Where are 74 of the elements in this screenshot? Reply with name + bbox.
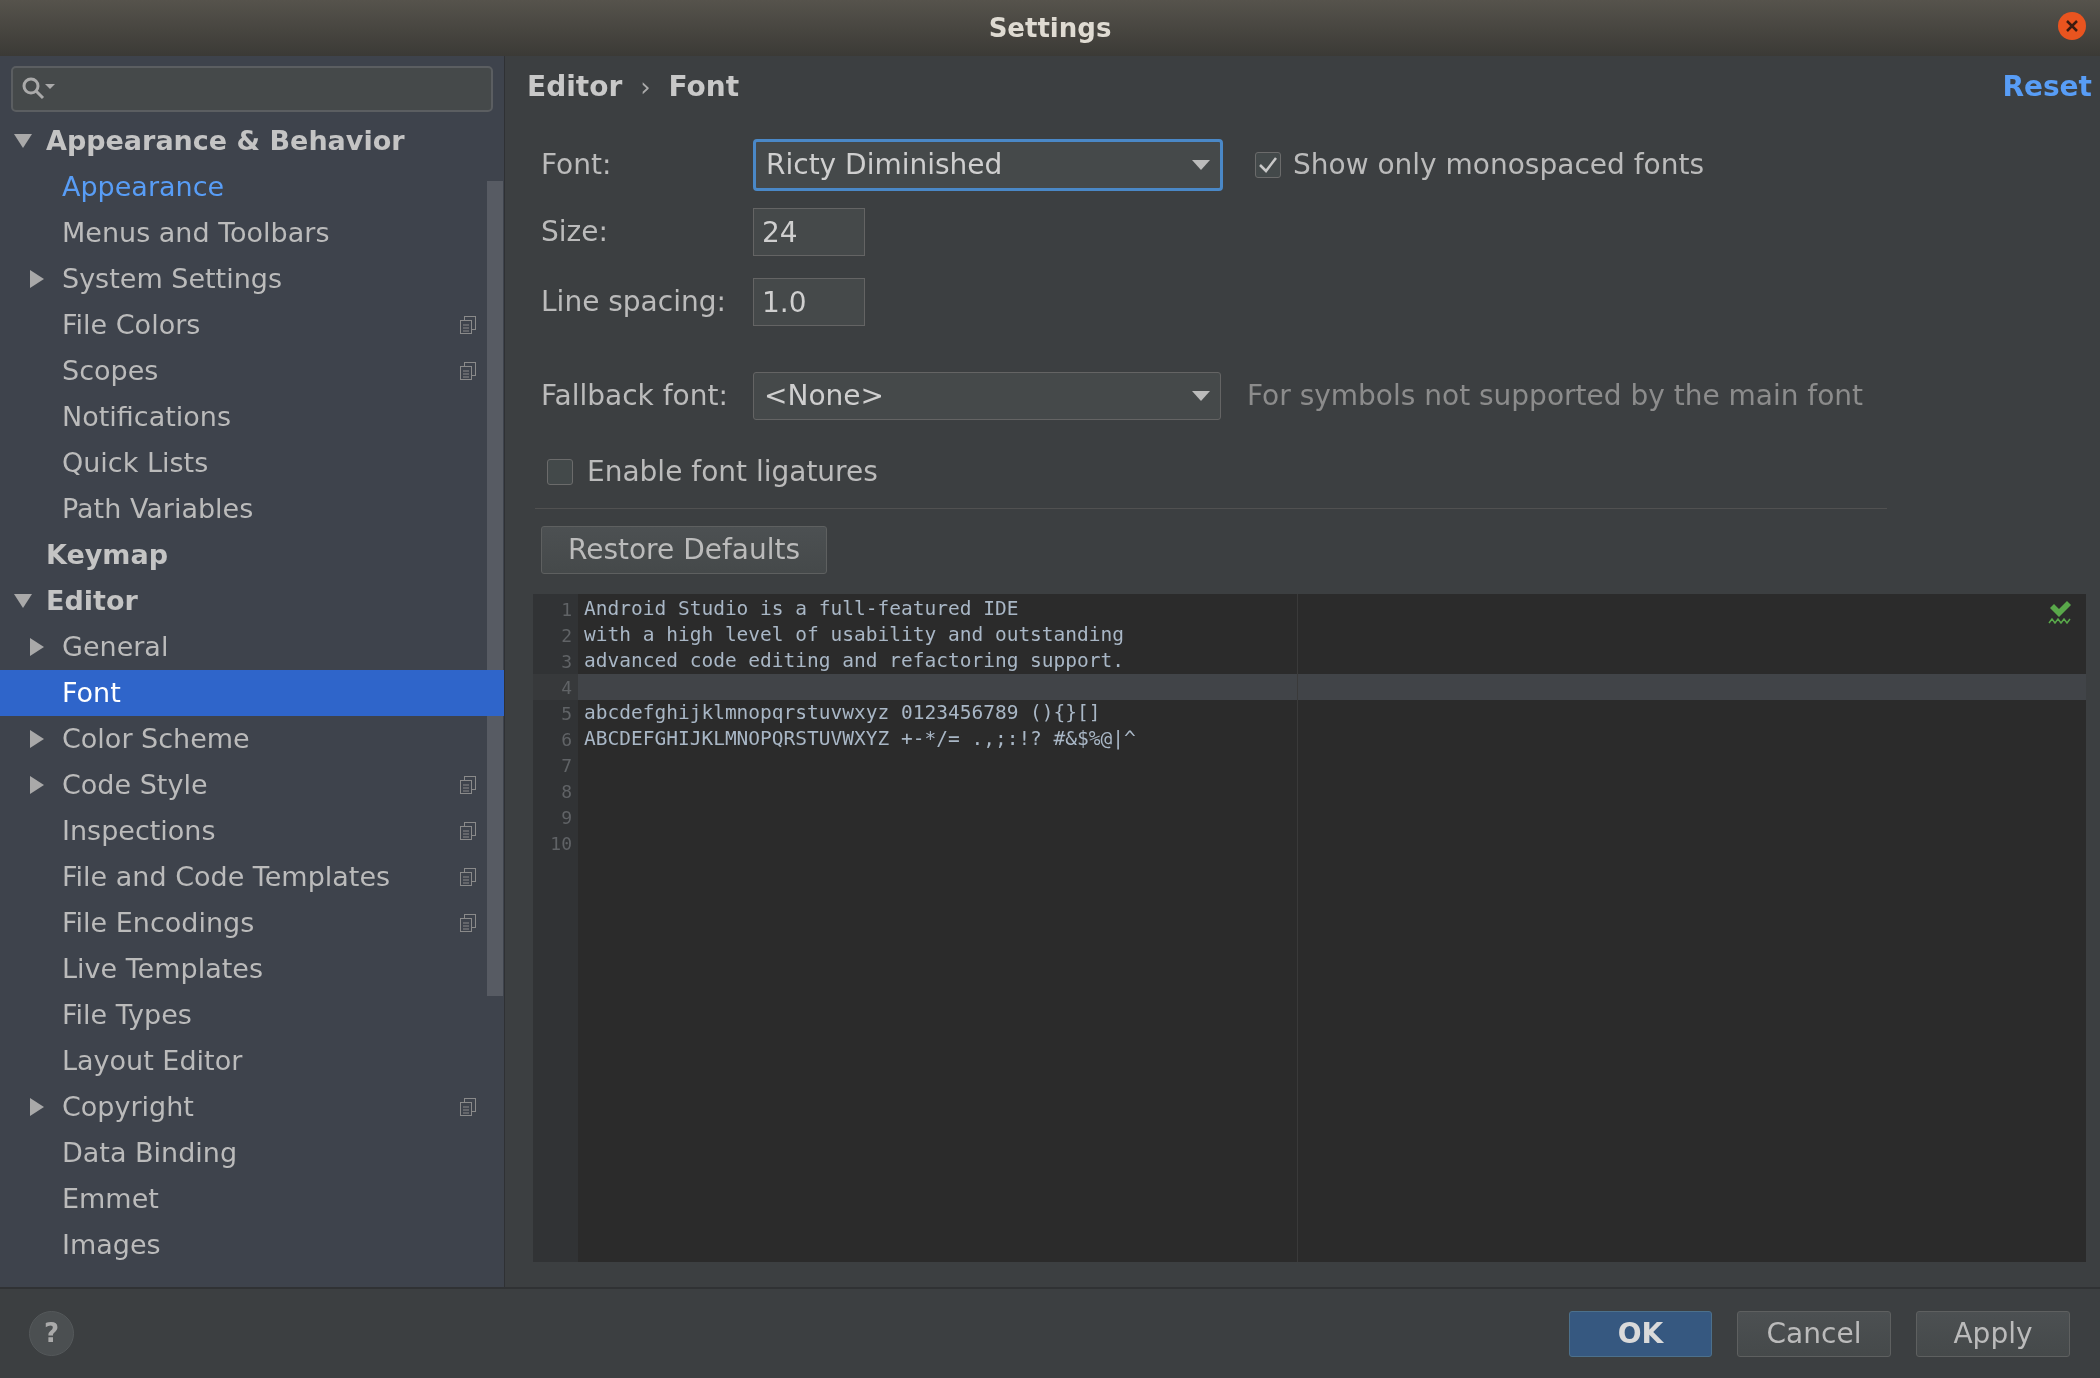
tree-item[interactable]: Code Style: [0, 762, 504, 808]
collapsed-arrow-icon[interactable]: [30, 730, 44, 748]
code-line: abcdefghijklmnopqrstuvwxyz 0123456789 (){}[]: [584, 700, 1101, 727]
pages-icon: [460, 1098, 476, 1116]
window-title: Settings: [988, 11, 1112, 45]
pages-icon: [460, 822, 476, 840]
tree-item[interactable]: Color Scheme: [0, 716, 504, 762]
tree-item[interactable]: File Encodings: [0, 900, 504, 946]
help-button[interactable]: ?: [29, 1311, 74, 1356]
tree-item[interactable]: General: [0, 624, 504, 670]
tree-item[interactable]: Live Templates: [0, 946, 504, 992]
tree-item[interactable]: Appearance: [0, 164, 504, 210]
dialog-button[interactable]: Cancel: [1737, 1310, 1891, 1357]
tree-item[interactable]: Data Binding: [0, 1130, 504, 1176]
expanded-arrow-icon[interactable]: [14, 134, 32, 148]
breadcrumb-item[interactable]: Font: [668, 66, 740, 108]
tree-item[interactable]: Quick Lists: [0, 440, 504, 486]
tree-item[interactable]: Copyright: [0, 1084, 504, 1130]
dialog-button[interactable]: OK: [1569, 1310, 1712, 1357]
tree-item[interactable]: Keymap: [0, 532, 504, 578]
tree-item[interactable]: File Types: [0, 992, 504, 1038]
pages-icon: [460, 868, 476, 886]
tree-item[interactable]: Scopes: [0, 348, 504, 394]
code-line: Android Studio is a full-featured IDE: [584, 596, 1019, 623]
font-dropdown[interactable]: Ricty Diminished: [753, 139, 1223, 191]
checkbox[interactable]: [547, 459, 573, 485]
tree-item[interactable]: Menus and Toolbars: [0, 210, 504, 256]
code-line: ABCDEFGHIJKLMNOPQRSTUVWXYZ +-*/= .,;:!? #&$%@|^: [584, 726, 1136, 753]
tree-item[interactable]: Layout Editor: [0, 1038, 504, 1084]
code-line: advanced code editing and refactoring support.: [584, 648, 1125, 675]
collapsed-arrow-icon[interactable]: [30, 638, 44, 656]
collapsed-arrow-icon[interactable]: [30, 776, 44, 794]
tree-item[interactable]: Images: [0, 1222, 504, 1268]
tree-item[interactable]: File Colors: [0, 302, 504, 348]
checkbox-label[interactable]: Enable font ligatures: [587, 451, 878, 493]
pages-icon: [460, 914, 476, 932]
close-icon[interactable]: [2057, 11, 2087, 41]
breadcrumb-item[interactable]: Editor: [527, 66, 623, 108]
reset-link[interactable]: Reset: [2002, 66, 2092, 108]
expanded-arrow-icon[interactable]: [14, 594, 32, 608]
collapsed-arrow-icon[interactable]: [30, 1098, 44, 1116]
dropdown-arrow-icon: [1192, 160, 1210, 170]
checkbox[interactable]: [1255, 152, 1281, 178]
breadcrumb-separator: ›: [640, 70, 651, 104]
tree-item[interactable]: Appearance & Behavior: [0, 118, 504, 164]
tree-item[interactable]: Path Variables: [0, 486, 504, 532]
tree-item[interactable]: Emmet: [0, 1176, 504, 1222]
size-field[interactable]: 24: [753, 208, 865, 256]
tree-item[interactable]: Editor: [0, 578, 504, 624]
hint-text: For symbols not supported by the main font: [1247, 378, 1864, 414]
font-label: Font:: [540, 147, 613, 183]
search-field[interactable]: [11, 66, 493, 112]
pages-icon: [460, 316, 476, 334]
scrollbar[interactable]: [487, 181, 503, 996]
checkmark-icon: [2048, 600, 2072, 624]
line-spacing-field[interactable]: 1.0: [753, 278, 865, 326]
fallback-font-label: Fallback font:: [540, 378, 729, 414]
tree-item[interactable]: Inspections: [0, 808, 504, 854]
tree-item[interactable]: Notifications: [0, 394, 504, 440]
pages-icon: [460, 362, 476, 380]
restore-defaults-button[interactable]: Restore Defaults: [541, 526, 828, 574]
checkbox-label[interactable]: Show only monospaced fonts: [1293, 144, 1704, 186]
line-spacing-label: Line spacing:: [540, 284, 727, 320]
collapsed-arrow-icon[interactable]: [30, 270, 44, 288]
dropdown-arrow-icon: [1192, 391, 1210, 401]
dialog-button[interactable]: Apply: [1916, 1310, 2070, 1357]
fallback-font-dropdown[interactable]: <None>: [753, 372, 1221, 420]
tree-item[interactable]: Font: [0, 670, 504, 716]
size-label: Size:: [540, 214, 609, 250]
pages-icon: [460, 776, 476, 794]
tree-item[interactable]: System Settings: [0, 256, 504, 302]
checkmark-icon: [1258, 156, 1278, 174]
tree-item[interactable]: File and Code Templates: [0, 854, 504, 900]
code-line: with a high level of usability and outstanding: [584, 622, 1125, 649]
